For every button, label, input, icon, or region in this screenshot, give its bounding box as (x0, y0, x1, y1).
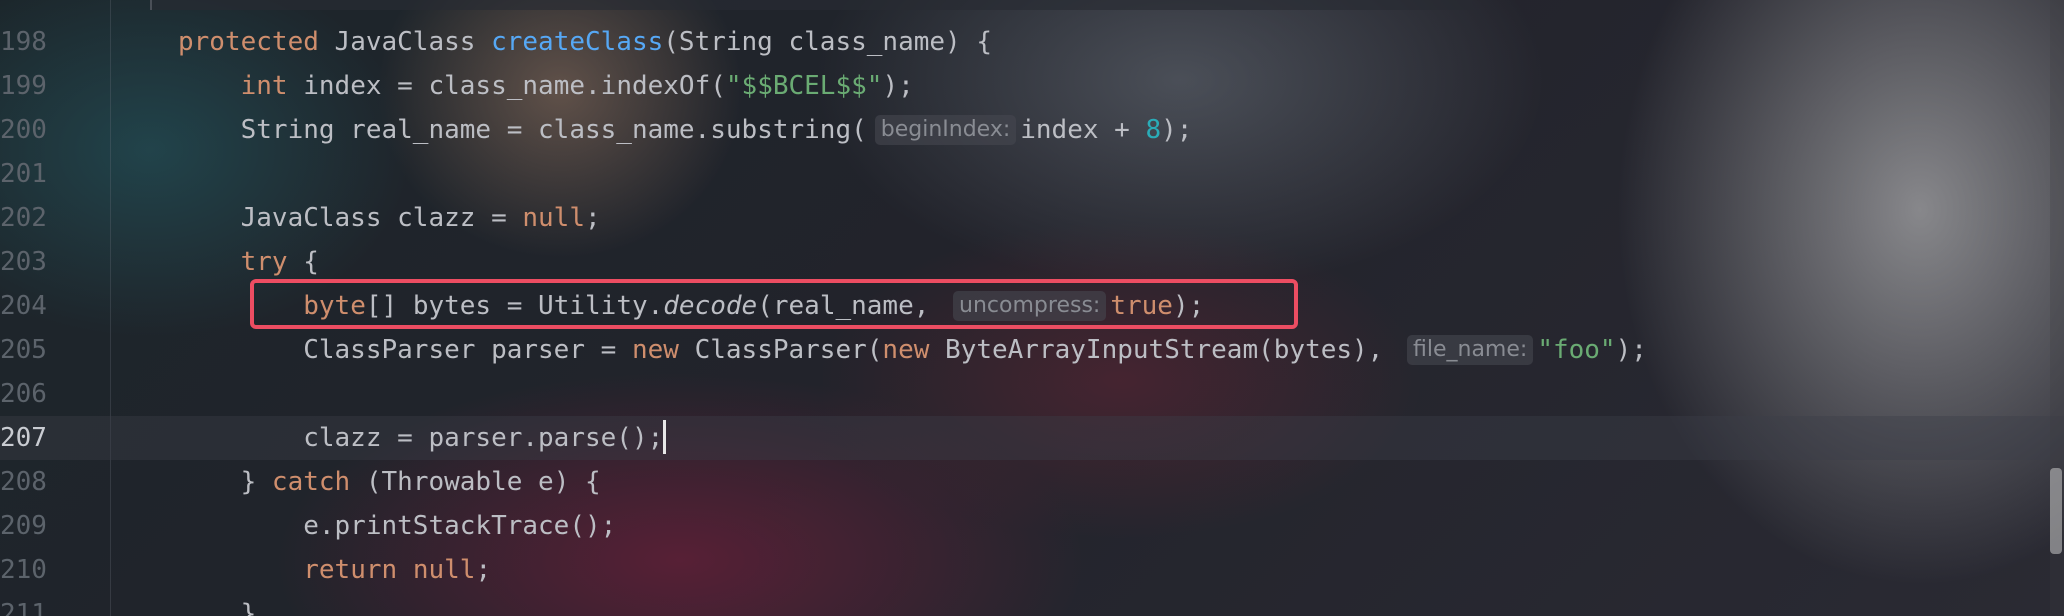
code-token: null (412, 555, 476, 585)
code-token: index + (1020, 115, 1146, 145)
code-token: (Throwable e) { (350, 467, 601, 497)
code-token: ); (1161, 115, 1193, 145)
code-line[interactable]: 202 JavaClass clazz = null; (0, 196, 2064, 240)
code-token: return (303, 555, 398, 585)
code-token: "foo" (1537, 335, 1616, 365)
code-token: { (287, 247, 319, 277)
line-number[interactable]: 204 (0, 284, 47, 328)
code-line[interactable]: 203 try { (0, 240, 2064, 284)
line-number[interactable]: 208 (0, 460, 47, 504)
code-token: null (522, 203, 585, 233)
code-token: e.printStackTrace(); (178, 511, 617, 541)
parameter-hint: beginIndex: (874, 115, 1017, 145)
code-token: ByteArrayInputStream(bytes), (929, 335, 1399, 365)
editor-top-border (150, 0, 1472, 10)
code-token: index = class_name.indexOf( (287, 71, 726, 101)
code-token: ); (882, 71, 914, 101)
line-number[interactable]: 201 (0, 152, 47, 196)
code-line[interactable]: 201 (0, 152, 2064, 196)
code-token: ; (475, 555, 492, 585)
line-number[interactable]: 209 (0, 504, 47, 548)
code-token: } (178, 467, 272, 497)
code-token: 8 (1145, 115, 1162, 145)
code-text[interactable]: ClassParser parser = new ClassParser(new… (178, 328, 1647, 372)
code-token: createClass (491, 27, 664, 57)
text-caret (663, 420, 667, 454)
code-token: String real_name = class_name.substring( (178, 115, 867, 145)
code-token: new (631, 335, 679, 365)
code-line[interactable]: 205 ClassParser parser = new ClassParser… (0, 328, 2064, 372)
code-line[interactable]: 208 } catch (Throwable e) { (0, 460, 2064, 504)
code-token: ClassParser parser = (178, 335, 632, 365)
line-number[interactable]: 210 (0, 548, 47, 592)
code-line[interactable]: 207 clazz = parser.parse(); (0, 416, 2064, 460)
code-text[interactable]: JavaClass clazz = null; (178, 196, 601, 240)
code-token: JavaClass (318, 27, 492, 57)
code-line[interactable]: 210 return null; (0, 548, 2064, 592)
code-token: clazz = parser.parse(); (178, 423, 664, 453)
code-token: (String class_name) { (663, 27, 992, 57)
code-token: ; (585, 203, 601, 233)
code-text[interactable]: try { (178, 240, 319, 284)
line-number[interactable]: 200 (0, 108, 47, 152)
code-line[interactable]: 206 (0, 372, 2064, 416)
line-number[interactable]: 207 (0, 416, 47, 460)
code-token: ClassParser( (678, 335, 883, 365)
code-text[interactable]: String real_name = class_name.substring(… (178, 108, 1192, 152)
highlight-box (250, 279, 1298, 329)
line-number[interactable]: 205 (0, 328, 47, 372)
code-line[interactable]: 211 } (0, 592, 2064, 616)
code-text[interactable]: clazz = parser.parse(); (178, 416, 667, 460)
vertical-scrollbar[interactable] (2050, 0, 2064, 616)
code-token: "$$BCEL$$" (725, 71, 883, 101)
line-number[interactable]: 203 (0, 240, 47, 284)
code-token: ); (1615, 335, 1647, 365)
parameter-hint: file_name: (1407, 335, 1534, 365)
code-line[interactable]: 199 int index = class_name.indexOf("$$BC… (0, 64, 2064, 108)
code-line[interactable]: 200 String real_name = class_name.substr… (0, 108, 2064, 152)
code-token: protected (178, 27, 319, 57)
line-number[interactable]: 199 (0, 64, 47, 108)
code-token: JavaClass clazz = (178, 203, 523, 233)
line-number[interactable]: 211 (0, 592, 47, 616)
line-number[interactable]: 198 (0, 20, 47, 64)
code-token: int (240, 71, 288, 101)
code-line[interactable]: 209 e.printStackTrace(); (0, 504, 2064, 548)
code-editor[interactable]: 198 protected JavaClass createClass(Strin… (0, 0, 2064, 616)
scrollbar-thumb[interactable] (2050, 468, 2062, 554)
code-text[interactable]: e.printStackTrace(); (178, 504, 616, 548)
code-token: catch (271, 467, 351, 497)
code-token: } (178, 599, 257, 616)
code-text[interactable]: protected JavaClass createClass(String c… (178, 20, 992, 64)
code-token: try (240, 247, 288, 277)
code-token: new (882, 335, 930, 365)
line-number[interactable]: 202 (0, 196, 47, 240)
code-text[interactable]: } catch (Throwable e) { (178, 460, 601, 504)
code-text[interactable]: } (178, 592, 257, 616)
code-line[interactable]: 198 protected JavaClass createClass(Strin… (0, 20, 2064, 64)
code-text[interactable]: int index = class_name.indexOf("$$BCEL$$… (178, 64, 914, 108)
code-text[interactable]: return null; (178, 548, 491, 592)
line-number[interactable]: 206 (0, 372, 47, 416)
